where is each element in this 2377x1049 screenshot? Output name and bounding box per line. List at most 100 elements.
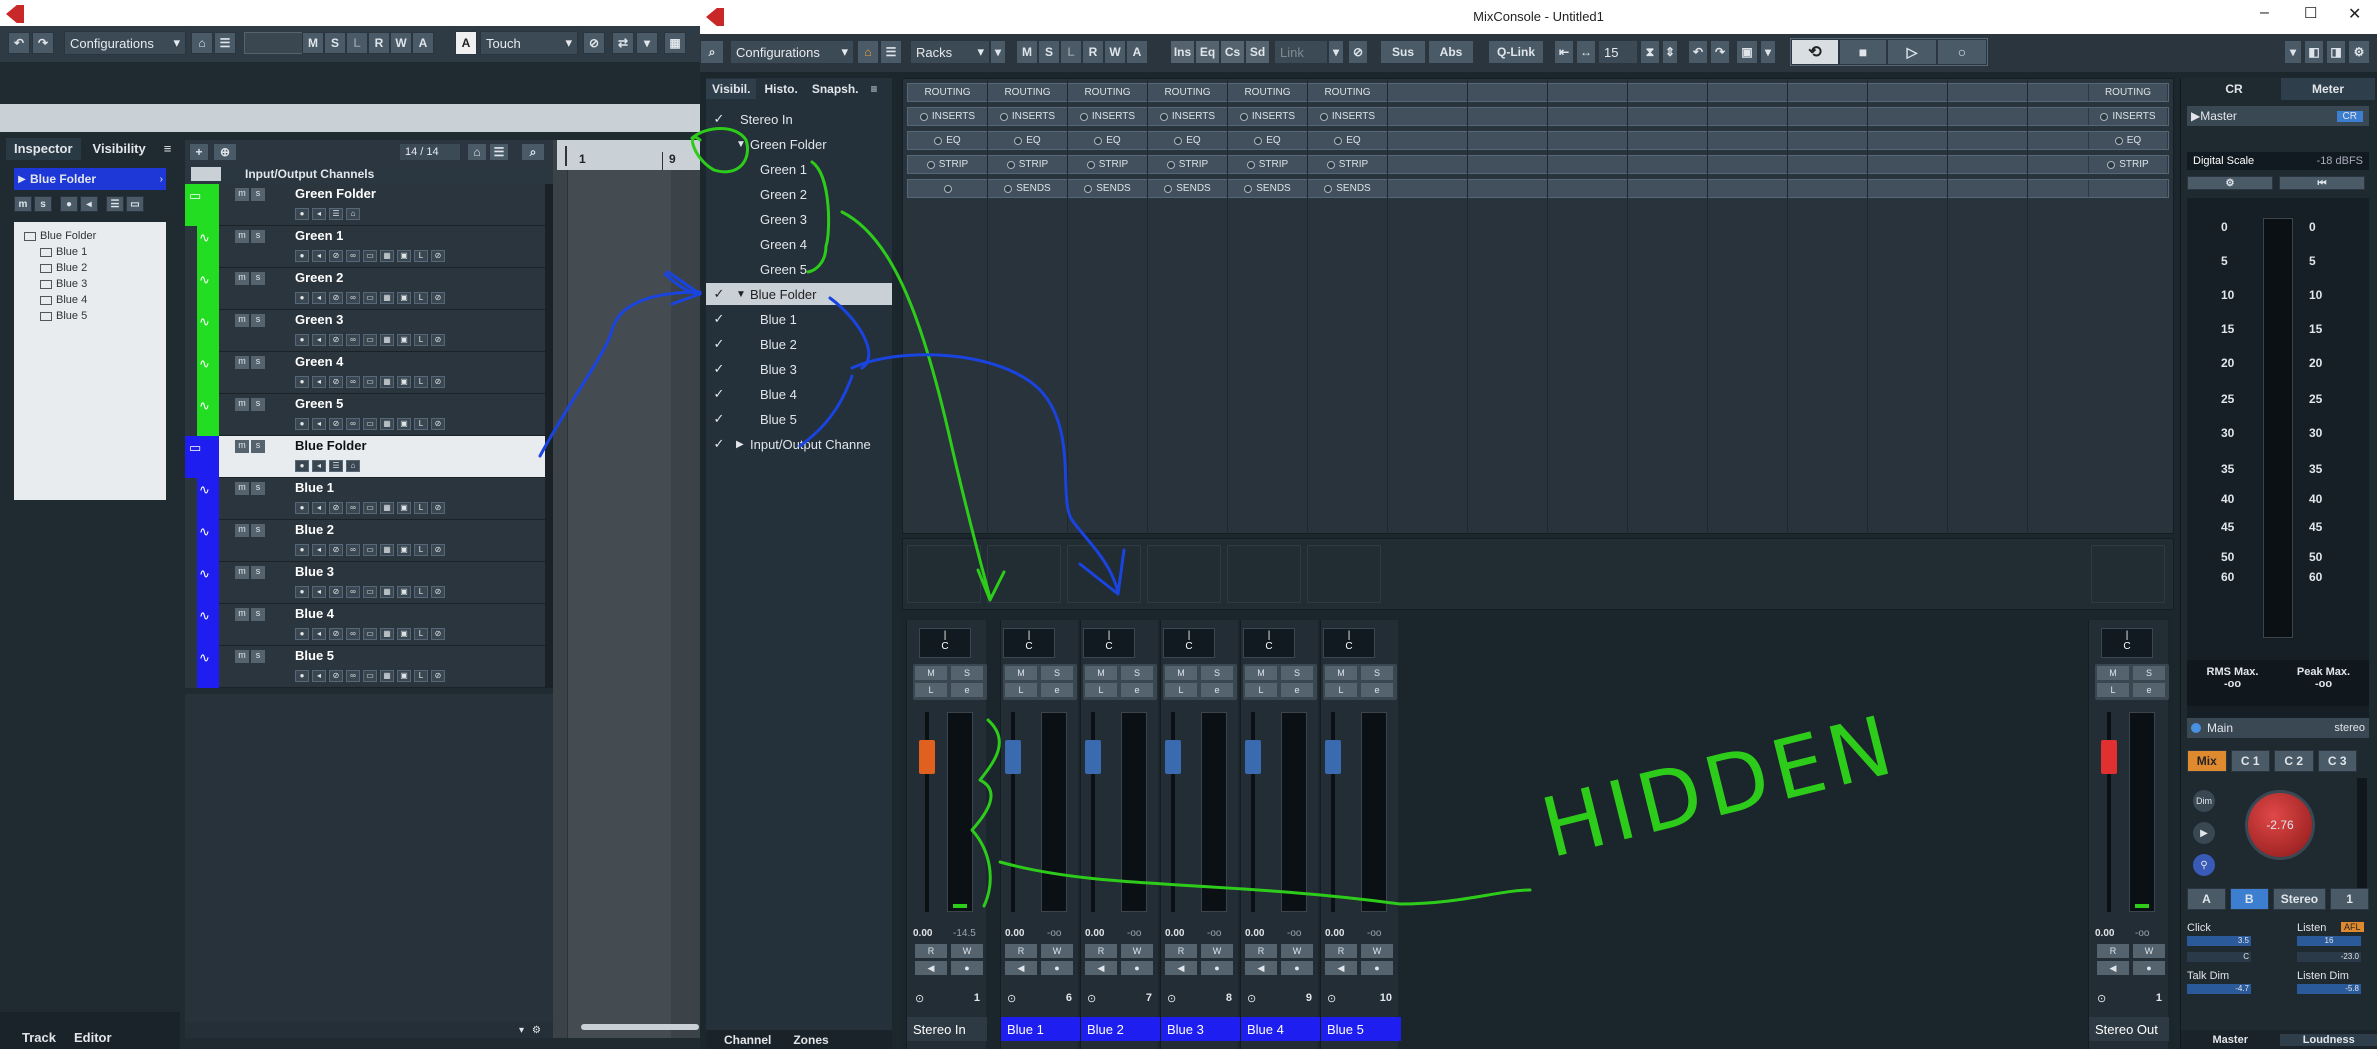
channel-e-button[interactable]: e bbox=[1041, 683, 1073, 697]
rack-cell[interactable]: INSERTS bbox=[1068, 108, 1148, 125]
track-control-button[interactable]: ▦ bbox=[380, 544, 394, 556]
track-control-button[interactable]: ⊘ bbox=[329, 376, 343, 388]
track-control-button[interactable]: ⊘ bbox=[329, 250, 343, 262]
track-control-button[interactable]: ⊘ bbox=[431, 250, 445, 262]
list-icon[interactable]: ☰ bbox=[489, 143, 509, 161]
mix-configurations-select[interactable]: Configurations ▾ bbox=[730, 40, 854, 64]
picture-slot[interactable] bbox=[2091, 545, 2165, 603]
visibility-item[interactable]: ✓ Blue 2 bbox=[706, 333, 892, 355]
reference-icon[interactable]: ▶ bbox=[2193, 822, 2215, 844]
tab-meter[interactable]: Meter bbox=[2281, 78, 2375, 100]
monitor-volume-knob[interactable]: -2.76 bbox=[2245, 790, 2315, 860]
rack-cell[interactable]: INSERTS bbox=[908, 108, 988, 125]
track-control-button[interactable]: ⊘ bbox=[329, 670, 343, 682]
rack-cell[interactable]: ROUTING bbox=[908, 84, 988, 101]
channel-s-button[interactable]: S bbox=[1121, 666, 1153, 680]
rack-toggle-icon[interactable] bbox=[1006, 160, 1015, 169]
track-row[interactable]: ∿ m s Blue 5 ● ◂ ⊘ ∞ ▭ ▦ ▣ L ⊘ bbox=[185, 646, 553, 688]
channel-write-button[interactable]: W bbox=[951, 944, 983, 958]
mix-s-button[interactable]: S bbox=[1038, 40, 1060, 64]
track-mute-button[interactable]: m bbox=[235, 608, 249, 621]
channel-m-button[interactable]: M bbox=[915, 666, 947, 680]
track-control-button[interactable]: ◂ bbox=[312, 292, 326, 304]
track-control-button[interactable]: L bbox=[414, 502, 428, 514]
rack-cell[interactable]: STRIP bbox=[1308, 156, 1388, 173]
abs-button[interactable]: Abs bbox=[1428, 40, 1474, 64]
configurations-select[interactable]: Configurations ▾ bbox=[64, 31, 186, 55]
check-icon[interactable]: ✓ bbox=[706, 286, 732, 302]
track-control-button[interactable]: ▦ bbox=[380, 376, 394, 388]
picture-slot[interactable] bbox=[1147, 545, 1221, 603]
channel-s-button[interactable]: S bbox=[2133, 666, 2165, 680]
rack-cell[interactable]: INSERTS bbox=[1308, 108, 1388, 125]
track-control-button[interactable]: ∞ bbox=[346, 250, 360, 262]
rack-cell[interactable]: EQ bbox=[908, 132, 988, 149]
channel-e-button[interactable]: e bbox=[1281, 683, 1313, 697]
visibility-item[interactable]: ✓ Blue 5 bbox=[706, 408, 892, 430]
track-control-button[interactable]: ∞ bbox=[346, 334, 360, 346]
undo-icon[interactable]: ↶ bbox=[1688, 40, 1708, 64]
volume-fader[interactable] bbox=[1165, 740, 1181, 774]
tab-visibility[interactable]: Visibil. bbox=[706, 79, 757, 99]
rack-cell[interactable]: EQ bbox=[1148, 132, 1228, 149]
prev-channel-icon[interactable]: ⇤ bbox=[1554, 40, 1574, 64]
tab-master[interactable]: Master bbox=[2181, 1034, 2280, 1046]
redo-icon[interactable]: ↷ bbox=[1710, 40, 1730, 64]
tab-editor[interactable]: Editor bbox=[74, 1030, 112, 1045]
list-icon[interactable]: ☰ bbox=[214, 32, 236, 54]
link-settings-icon[interactable]: ⊘ bbox=[1348, 40, 1368, 64]
rack-toggle-icon[interactable] bbox=[2107, 160, 2116, 169]
track-control-button[interactable]: ⊘ bbox=[329, 334, 343, 346]
channel-monitor-button[interactable]: ◀ bbox=[915, 961, 947, 975]
channel-name[interactable]: Stereo In bbox=[907, 1017, 987, 1041]
volume-value[interactable]: 0.00 bbox=[2095, 928, 2114, 939]
stepper-icon[interactable]: ⇕ bbox=[1662, 40, 1678, 64]
track-control-button[interactable]: ∞ bbox=[346, 376, 360, 388]
rack-cell[interactable]: ROUTING bbox=[1308, 84, 1388, 101]
solo-button[interactable]: s bbox=[34, 196, 52, 212]
talkdim-level[interactable]: -4.7 bbox=[2187, 984, 2251, 994]
track-control-button[interactable]: ∞ bbox=[346, 418, 360, 430]
speaker-1-button[interactable]: 1 bbox=[2330, 888, 2369, 910]
rack-toggle-icon[interactable] bbox=[1239, 112, 1248, 121]
tree-item[interactable]: Blue 1 bbox=[20, 244, 160, 260]
rack-toggle-sd[interactable]: Sd bbox=[1245, 40, 1270, 64]
zoom-icon[interactable]: ⧗ bbox=[1640, 40, 1660, 64]
channel-s-button[interactable]: S bbox=[1041, 666, 1073, 680]
track-row[interactable]: ▭ m s Blue Folder ● ◂ ☰ ⌂ bbox=[185, 436, 553, 478]
track-row[interactable]: ∿ m s Green 5 ● ◂ ⊘ ∞ ▭ ▦ ▣ L ⊘ bbox=[185, 394, 553, 436]
volume-value[interactable]: 0.00 bbox=[1165, 928, 1184, 939]
track-control-button[interactable]: ⊘ bbox=[431, 544, 445, 556]
channel-count[interactable]: 15 bbox=[1598, 40, 1638, 64]
home-icon[interactable]: ⌂ bbox=[857, 40, 879, 64]
meter-scale[interactable]: Digital Scale -18 dBFS bbox=[2187, 152, 2369, 170]
close-icon[interactable]: ✕ bbox=[2348, 4, 2361, 24]
track-mute-button[interactable]: m bbox=[235, 230, 249, 243]
track-control-button[interactable]: ⊘ bbox=[329, 418, 343, 430]
lock-button[interactable]: ▭ bbox=[126, 196, 144, 212]
toolbar-r-button[interactable]: R bbox=[368, 32, 390, 54]
track-control-button[interactable]: ● bbox=[295, 628, 309, 640]
record-button[interactable]: ● bbox=[60, 196, 78, 212]
dim-button[interactable]: Dim bbox=[2193, 790, 2215, 812]
track-control-button[interactable]: ⊘ bbox=[431, 334, 445, 346]
grid-icon[interactable]: ▦ bbox=[664, 32, 686, 54]
check-icon[interactable]: ✓ bbox=[706, 386, 732, 402]
talkback-icon[interactable]: ⚲ bbox=[2193, 854, 2215, 876]
afl-badge[interactable]: AFL bbox=[2341, 922, 2364, 932]
volume-value[interactable]: 0.00 bbox=[1325, 928, 1344, 939]
track-control-button[interactable]: ⊘ bbox=[431, 376, 445, 388]
channel-read-button[interactable]: R bbox=[1165, 944, 1197, 958]
track-control-button[interactable]: ▦ bbox=[380, 628, 394, 640]
check-icon[interactable]: ✓ bbox=[706, 311, 732, 327]
track-control-button[interactable]: ▦ bbox=[380, 292, 394, 304]
channel-name[interactable]: Stereo Out bbox=[2089, 1017, 2169, 1041]
layout-toggle[interactable] bbox=[244, 32, 304, 54]
toolbar-l-button[interactable]: L bbox=[346, 32, 368, 54]
tree-item[interactable]: Blue 4 bbox=[20, 292, 160, 308]
track-solo-button[interactable]: s bbox=[251, 608, 265, 621]
track-row[interactable]: ∿ m s Green 1 ● ◂ ⊘ ∞ ▭ ▦ ▣ L ⊘ bbox=[185, 226, 553, 268]
rack-cell[interactable]: SENDS bbox=[1308, 180, 1388, 197]
track-control-button[interactable]: ● bbox=[295, 418, 309, 430]
pan-control[interactable]: | C bbox=[1003, 628, 1055, 658]
